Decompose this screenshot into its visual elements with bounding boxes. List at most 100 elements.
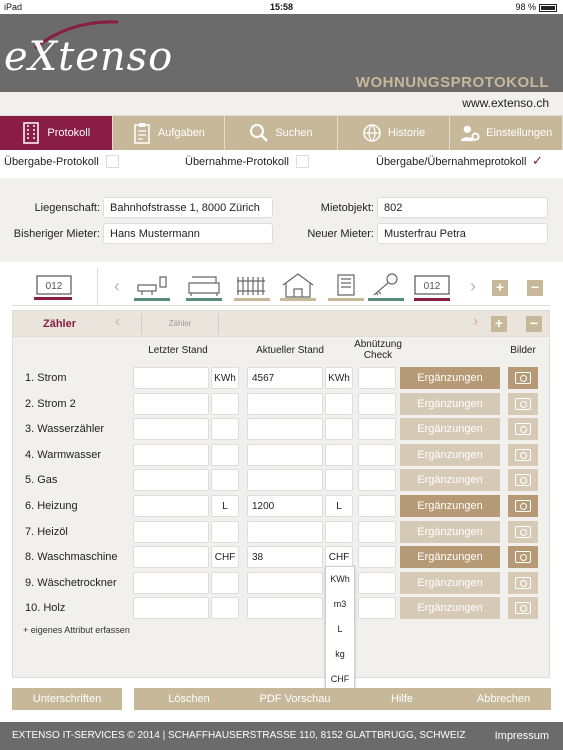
add-category-button[interactable]: + [492,280,508,296]
current-reading-field[interactable] [247,572,323,594]
category-building[interactable] [280,271,316,301]
current-unit-field[interactable]: CHF [325,546,353,568]
current-unit-field[interactable] [325,469,353,491]
last-unit-field[interactable] [211,393,239,415]
current-reading-field[interactable] [247,444,323,466]
last-reading-field[interactable] [133,572,209,594]
current-reading-field[interactable] [247,521,323,543]
camera-button[interactable] [508,367,538,389]
category-heating[interactable] [234,271,270,301]
unit-option[interactable]: m3 [326,592,354,617]
tab-suchen[interactable]: Suchen [225,116,338,150]
last-unit-field[interactable] [211,444,239,466]
tab-historie[interactable]: Historie [338,116,451,150]
ergaenzungen-button[interactable]: Ergänzungen [400,444,500,466]
current-reading-field[interactable]: 4567 [247,367,323,389]
current-reading-field[interactable]: 38 [247,546,323,568]
liegenschaft-field[interactable]: Bahnhofstrasse 1, 8000 Zürich [103,197,273,218]
category-bathroom[interactable] [134,271,170,301]
check-field[interactable] [358,546,396,568]
ergaenzungen-button[interactable]: Ergänzungen [400,597,500,619]
camera-button[interactable] [508,521,538,543]
last-reading-field[interactable] [133,495,209,517]
current-reading-field[interactable]: 1200 [247,495,323,517]
unit-option[interactable]: KWh [326,567,354,592]
category-living[interactable] [186,271,222,301]
selected-category[interactable]: 012 [12,268,98,306]
checkmark-icon[interactable]: ✓ [532,153,543,169]
last-reading-field[interactable] [133,469,209,491]
tab-einstellungen[interactable]: Einstellungen [450,116,563,150]
camera-button[interactable] [508,495,538,517]
subtab-zaehler[interactable]: Zähler [141,314,219,334]
last-reading-field[interactable] [133,597,209,619]
add-meter-button[interactable]: + [491,316,507,332]
neuer-mieter-field[interactable]: Musterfrau Petra [377,223,548,244]
last-reading-field[interactable] [133,418,209,440]
last-reading-field[interactable] [133,444,209,466]
current-unit-field[interactable]: KWh [325,367,353,389]
ergaenzungen-button[interactable]: Ergänzungen [400,367,500,389]
subtab-next-arrow[interactable]: › [473,313,478,331]
last-unit-field[interactable] [211,597,239,619]
camera-button[interactable] [508,469,538,491]
check-field[interactable] [358,393,396,415]
unit-option[interactable]: kg [326,642,354,667]
category-documents[interactable] [328,271,364,301]
current-unit-field[interactable] [325,444,353,466]
category-meters[interactable]: 012 [414,271,450,301]
bisheriger-mieter-field[interactable]: Hans Mustermann [103,223,273,244]
check-field[interactable] [358,572,396,594]
check-field[interactable] [358,418,396,440]
last-unit-field[interactable] [211,469,239,491]
category-prev-arrow[interactable]: ‹ [114,276,120,297]
check-field[interactable] [358,469,396,491]
website-link[interactable]: www.extenso.ch [462,96,549,110]
pdf-vorschau-button[interactable]: PDF Vorschau [240,688,350,710]
check-field[interactable] [358,367,396,389]
category-next-arrow[interactable]: › [470,276,476,297]
check-field[interactable] [358,495,396,517]
current-unit-field[interactable]: L [325,495,353,517]
remove-meter-button[interactable]: − [526,316,542,332]
unit-option[interactable]: L [326,617,354,642]
last-unit-field[interactable] [211,572,239,594]
unterschriften-button[interactable]: Unterschriften [12,688,122,710]
last-unit-field[interactable]: KWh [211,367,239,389]
abbrechen-button[interactable]: Abbrechen [456,688,551,710]
camera-button[interactable] [508,418,538,440]
camera-button[interactable] [508,546,538,568]
current-reading-field[interactable] [247,393,323,415]
tab-aufgaben[interactable]: Aufgaben [113,116,226,150]
tab-protokoll[interactable]: Protokoll [0,116,113,150]
impressum-link[interactable]: Impressum [495,730,549,742]
last-unit-field[interactable]: L [211,495,239,517]
check-field[interactable] [358,444,396,466]
type-uebernahme-checkbox[interactable] [296,155,309,168]
camera-button[interactable] [508,444,538,466]
last-reading-field[interactable] [133,546,209,568]
camera-button[interactable] [508,597,538,619]
last-unit-field[interactable]: CHF [211,546,239,568]
current-unit-field[interactable] [325,393,353,415]
ergaenzungen-button[interactable]: Ergänzungen [400,572,500,594]
ergaenzungen-button[interactable]: Ergänzungen [400,521,500,543]
ergaenzungen-button[interactable]: Ergänzungen [400,495,500,517]
last-reading-field[interactable] [133,367,209,389]
current-reading-field[interactable] [247,469,323,491]
mietobjekt-field[interactable]: 802 [377,197,548,218]
current-reading-field[interactable] [247,597,323,619]
last-reading-field[interactable] [133,521,209,543]
remove-category-button[interactable]: − [527,280,543,296]
hilfe-button[interactable]: Hilfe [347,688,457,710]
ergaenzungen-button[interactable]: Ergänzungen [400,418,500,440]
current-unit-field[interactable] [325,418,353,440]
check-field[interactable] [358,521,396,543]
camera-button[interactable] [508,572,538,594]
ergaenzungen-button[interactable]: Ergänzungen [400,393,500,415]
last-unit-field[interactable] [211,418,239,440]
last-reading-field[interactable] [133,393,209,415]
camera-button[interactable] [508,393,538,415]
last-unit-field[interactable] [211,521,239,543]
ergaenzungen-button[interactable]: Ergänzungen [400,546,500,568]
